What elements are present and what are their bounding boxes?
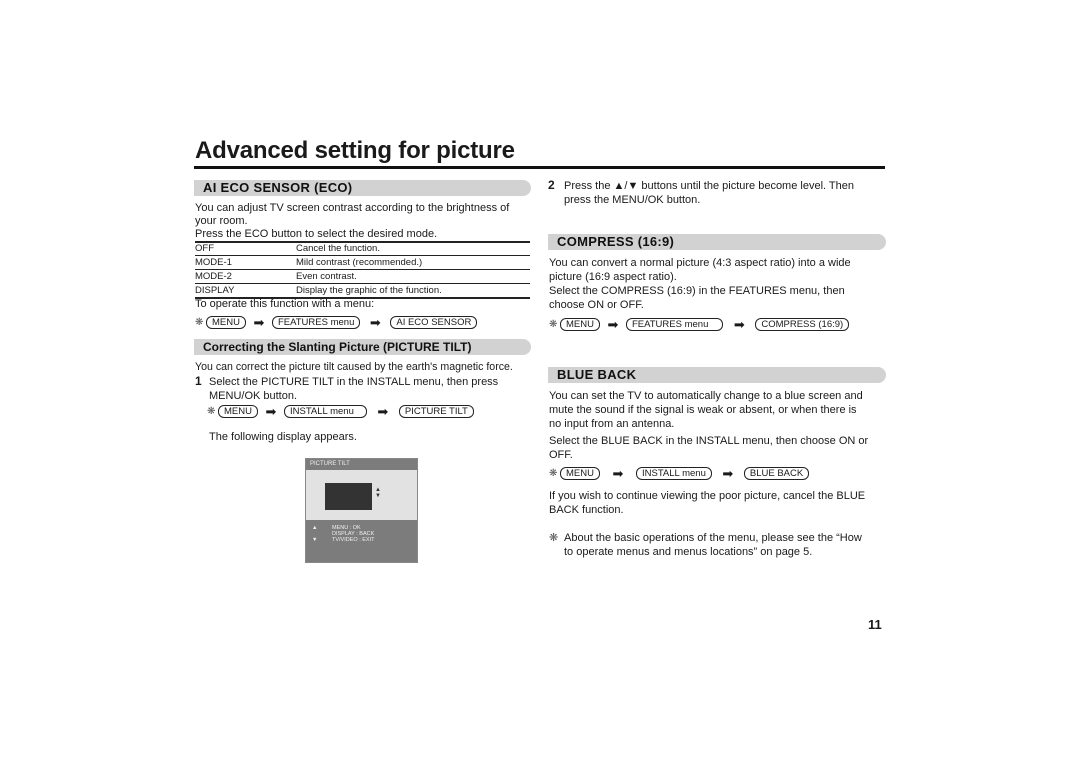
- arrow-right-icon: ➡: [253, 315, 265, 330]
- menu-step-pill: PICTURE TILT: [398, 405, 474, 418]
- section-heading-tilt: Correcting the Slanting Picture (PICTURE…: [194, 339, 531, 355]
- tilt-intro: You can correct the picture tilt caused …: [195, 361, 513, 373]
- up-down-icon: ▲ ▼: [374, 487, 382, 499]
- arrow-right-icon: ➡: [377, 404, 389, 419]
- mode-cell: DISPLAY: [195, 283, 296, 299]
- eco-menu-flow: ❋ MENU ➡ FEATURES menu ➡ AI ECO SENSOR: [195, 315, 478, 330]
- compress-text-2: picture (16:9 aspect ratio).: [549, 271, 677, 283]
- compress-text-1: You can convert a normal picture (4:3 as…: [549, 257, 851, 269]
- desc-cell: Mild contrast (recommended.): [296, 255, 530, 270]
- blueback-text-6: If you wish to continue viewing the poor…: [549, 490, 866, 502]
- osd-screen: [325, 483, 372, 510]
- down-arrow-icon: ▼: [375, 493, 381, 499]
- section-heading-blueback: BLUE BACK: [548, 367, 886, 383]
- desc-cell: Even contrast.: [296, 269, 530, 284]
- tilt-step1-line1: Select the PICTURE TILT in the INSTALL m…: [209, 376, 499, 388]
- menu-step-pill: INSTALL menu: [635, 467, 712, 480]
- section-heading-eco: AI ECO SENSOR (ECO): [194, 180, 531, 196]
- tilt-menu-flow: ❋ MENU ➡ INSTALL menu ➡ PICTURE TILT: [207, 405, 474, 418]
- arrow-right-icon: ➡: [612, 466, 624, 481]
- star-icon: ❋: [549, 468, 558, 479]
- menu-step-pill: AI ECO SENSOR: [390, 316, 478, 329]
- step-number: 1: [195, 374, 202, 388]
- menu-step-pill: FEATURES menu: [271, 316, 361, 329]
- compress-menu-flow: ❋ MENU ➡ FEATURES menu ➡ COMPRESS (16:9): [549, 317, 850, 332]
- blueback-text-1: You can set the TV to automatically chan…: [549, 390, 863, 402]
- eco-intro-3: Press the ECO button to select the desir…: [195, 228, 438, 240]
- star-icon: ❋: [195, 317, 204, 328]
- page-number: 11: [868, 617, 882, 632]
- arrow-right-icon: ➡: [722, 466, 734, 481]
- table-row: OFF Cancel the function.: [195, 242, 530, 256]
- blueback-text-5: OFF.: [549, 449, 573, 461]
- eco-mode-table: OFF Cancel the function. MODE-1 Mild contr…: [195, 242, 530, 299]
- tilt-step1-line2: MENU/OK button.: [209, 390, 298, 402]
- menu-step-pill: INSTALL menu: [283, 405, 367, 418]
- blueback-text-2: mute the sound if the signal is weak or …: [549, 404, 857, 416]
- compress-text-4: choose ON or OFF.: [549, 299, 644, 311]
- osd-body: ▲ ▼: [306, 470, 417, 520]
- footnote-star-icon: ❋: [549, 532, 559, 544]
- tilt-display-note: The following display appears.: [209, 431, 357, 443]
- arrow-right-icon: ➡: [733, 317, 745, 332]
- section-heading-compress: COMPRESS (16:9): [548, 234, 886, 250]
- title-rule: [194, 166, 885, 169]
- arrow-right-icon: ➡: [265, 404, 277, 419]
- down-arrow-icon: ▼: [312, 537, 318, 543]
- arrow-right-icon: ➡: [369, 315, 381, 330]
- table-row: DISPLAY Display the graphic of the functi…: [195, 283, 530, 299]
- star-icon: ❋: [207, 406, 216, 417]
- menu-step-pill: BLUE BACK: [743, 467, 810, 480]
- step-number: 2: [548, 178, 555, 192]
- blueback-menu-flow: ❋ MENU ➡ INSTALL menu ➡ BLUE BACK: [549, 466, 810, 481]
- eco-menu-note: To operate this function with a menu:: [195, 298, 375, 310]
- menu-step-pill: MENU: [560, 467, 600, 480]
- page-title: Advanced setting for picture: [195, 137, 515, 164]
- eco-intro-1: You can adjust TV screen contrast accord…: [195, 202, 510, 214]
- menu-step-pill: FEATURES menu: [625, 318, 724, 331]
- picture-tilt-osd: PICTURE TILT ▲ ▼ ▲ ▼ MENU : OK DISPLAY :…: [305, 458, 418, 563]
- eco-intro-2: your room.: [195, 215, 248, 227]
- mode-cell: MODE-2: [195, 269, 296, 284]
- footnote-line-2: to operate menus and menus locations” on…: [564, 546, 813, 558]
- tilt-step2-line1: Press the ▲/▼ buttons until the picture …: [564, 180, 855, 192]
- desc-cell: Cancel the function.: [296, 242, 530, 256]
- osd-footer: ▲ ▼ MENU : OK DISPLAY : BACK TV/VIDEO : …: [306, 520, 417, 562]
- menu-step-pill: MENU: [218, 405, 258, 418]
- desc-cell: Display the graphic of the function.: [296, 283, 530, 299]
- blueback-text-7: BACK function.: [549, 504, 624, 516]
- tilt-step2-line2: press the MENU/OK button.: [564, 194, 701, 206]
- arrow-right-icon: ➡: [607, 317, 619, 332]
- table-row: MODE-1 Mild contrast (recommended.): [195, 255, 530, 270]
- menu-step-pill: MENU: [206, 316, 246, 329]
- mode-cell: OFF: [195, 242, 296, 256]
- menu-step-pill: COMPRESS (16:9): [755, 318, 850, 331]
- footnote-line-1: About the basic operations of the menu, …: [564, 532, 862, 544]
- osd-title: PICTURE TILT: [306, 459, 417, 470]
- compress-text-3: Select the COMPRESS (16:9) in the FEATUR…: [549, 285, 845, 297]
- table-row: MODE-2 Even contrast.: [195, 269, 530, 284]
- menu-step-pill: MENU: [560, 318, 600, 331]
- blueback-text-4: Select the BLUE BACK in the INSTALL menu…: [549, 435, 869, 447]
- mode-cell: MODE-1: [195, 255, 296, 270]
- blueback-text-3: no input from an antenna.: [549, 418, 675, 430]
- up-arrow-icon: ▲: [312, 525, 318, 531]
- star-icon: ❋: [549, 319, 558, 330]
- osd-help-line: TV/VIDEO : EXIT: [332, 537, 375, 543]
